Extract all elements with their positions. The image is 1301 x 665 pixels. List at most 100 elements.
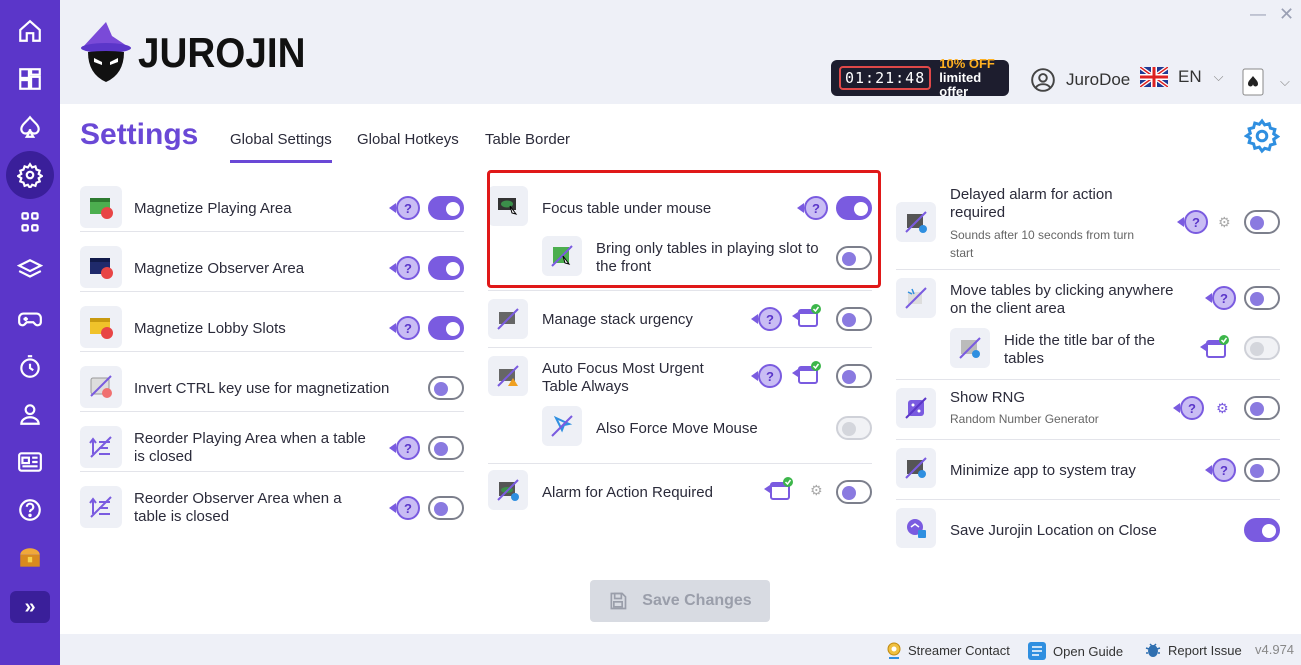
setting-magnetize-playing-area: Magnetize Playing Area ? (80, 174, 464, 232)
setting-label: Manage stack urgency (542, 311, 693, 328)
hide-title-icon (950, 328, 990, 368)
magnetize-lobby-toggle[interactable] (428, 316, 464, 340)
expand-sidebar-button[interactable]: » (10, 591, 50, 623)
minimize-tray-toggle[interactable] (1244, 458, 1280, 482)
settings-panel: Settings Global Settings Global Hotkeys … (60, 104, 1301, 634)
chevron-down-icon: ⌵ (1213, 69, 1224, 84)
save-location-toggle[interactable] (1244, 518, 1280, 542)
auto-focus-toggle[interactable] (836, 364, 872, 388)
setting-invert-ctrl: Invert CTRL key use for magnetization (80, 354, 464, 412)
header: JUROJIN — ✕ 01:21:48 10% OFF limited off… (60, 0, 1301, 104)
invert-ctrl-toggle[interactable] (428, 376, 464, 400)
setting-label: Magnetize Observer Area (134, 260, 305, 277)
magnetize-playing-toggle[interactable] (428, 196, 464, 220)
report-issue-label: Report Issue (1168, 642, 1242, 658)
home-icon[interactable] (6, 9, 54, 53)
spade-icon[interactable] (6, 105, 54, 149)
footer: Streamer Contact Open Guide Report Issue… (60, 634, 1301, 665)
help-icon[interactable]: ? (389, 256, 420, 280)
open-guide-label: Open Guide (1053, 643, 1124, 659)
table-selector[interactable]: ⌵ (1242, 68, 1290, 96)
user-menu[interactable]: JuroDoe (1030, 67, 1130, 93)
setting-manage-stack: Manage stack urgency ? (488, 290, 872, 348)
help-icon[interactable]: ? (751, 364, 782, 388)
open-guide-link[interactable]: Open Guide (1027, 641, 1123, 661)
setting-show-rng: Show RNG Random Number Generator ? ⚙ (896, 380, 1280, 440)
move-tables-toggle[interactable] (1244, 286, 1280, 310)
reorder-observer-toggle[interactable] (428, 496, 464, 520)
streamer-icon (887, 642, 901, 659)
save-changes-button[interactable]: Save Changes (590, 580, 770, 622)
treasure-chest-icon[interactable] (6, 536, 54, 580)
layers-icon[interactable] (6, 248, 54, 292)
manage-stack-toggle[interactable] (836, 307, 872, 331)
settings-icon[interactable] (6, 151, 54, 199)
setting-delayed-alarm: Delayed alarm for action required Sounds… (896, 174, 1280, 270)
setting-magnetize-observer-area: Magnetize Observer Area ? (80, 234, 464, 292)
report-issue-link[interactable]: Report Issue (1144, 641, 1242, 659)
help-icon[interactable]: ? (389, 316, 420, 340)
streamer-contact-label: Streamer Contact (908, 642, 1010, 658)
offer-discount: 10% OFF (939, 56, 995, 71)
reorder-icon (80, 426, 122, 468)
delayed-alarm-toggle[interactable] (1244, 210, 1280, 234)
limited-offer-banner[interactable]: 01:21:48 10% OFF limited offer (831, 56, 1009, 99)
show-rng-toggle[interactable] (1244, 396, 1280, 420)
highlight-box (487, 170, 881, 288)
help-icon[interactable]: ? (1205, 286, 1236, 310)
timer-icon[interactable] (6, 345, 54, 389)
minimize-window-button[interactable]: — (1250, 6, 1266, 24)
save-changes-label: Save Changes (642, 592, 752, 609)
close-window-button[interactable]: ✕ (1279, 4, 1294, 25)
setting-label: Minimize app to system tray (950, 462, 1136, 479)
force-mouse-icon (542, 406, 582, 446)
setting-auto-focus: Auto Focus Most Urgent Table Always ? Al… (488, 348, 872, 464)
help-icon[interactable]: ? (1173, 396, 1204, 420)
save-location-icon (896, 508, 936, 548)
alarm-icon (488, 470, 528, 510)
magnetize-observer-toggle[interactable] (428, 256, 464, 280)
setting-move-tables: Move tables by clicking anywhere on the … (896, 270, 1280, 380)
alarm-settings-gear-icon[interactable]: ⚙ (810, 482, 823, 499)
dashboard-icon[interactable] (6, 57, 54, 101)
window-check-icon (792, 361, 821, 384)
help-icon[interactable]: ? (1205, 458, 1236, 482)
help-icon[interactable]: ? (1177, 210, 1208, 234)
language-selector[interactable]: EN ⌵ (1140, 67, 1223, 87)
tab-global-settings[interactable]: Global Settings (230, 131, 332, 163)
user-icon[interactable] (6, 392, 54, 436)
force-mouse-toggle[interactable] (836, 416, 872, 440)
chevron-down-icon: ⌵ (1280, 74, 1290, 89)
setting-save-location: Save Jurojin Location on Close (896, 500, 1280, 560)
tab-table-border[interactable]: Table Border (485, 131, 570, 148)
help-icon[interactable]: ? (389, 436, 420, 460)
rng-icon (896, 388, 936, 428)
streamer-contact-link[interactable]: Streamer Contact (886, 641, 1010, 659)
reorder-playing-toggle[interactable] (428, 436, 464, 460)
setting-reorder-observer: Reorder Observer Area when a table is cl… (80, 474, 464, 532)
help-icon[interactable]: ? (751, 307, 782, 331)
alarm-toggle[interactable] (836, 480, 872, 504)
news-icon[interactable] (6, 440, 54, 484)
stack-urgency-icon (488, 299, 528, 339)
setting-label: Magnetize Lobby Slots (134, 320, 286, 337)
setting-label: Reorder Playing Area when a table is clo… (134, 430, 366, 465)
delayed-alarm-gear-icon[interactable]: ⚙ (1218, 214, 1231, 231)
setting-description: Sounds after 10 seconds from turn start (950, 228, 1135, 260)
username: JuroDoe (1066, 70, 1131, 89)
tab-global-hotkeys[interactable]: Global Hotkeys (357, 131, 459, 148)
floppy-disk-icon (610, 592, 627, 610)
help-icon[interactable]: ? (389, 496, 420, 520)
settings-gear-icon[interactable] (1243, 118, 1281, 159)
help-circle-icon[interactable] (6, 488, 54, 532)
setting-label: Alarm for Action Required (542, 484, 713, 501)
gamepad-icon[interactable] (6, 297, 54, 341)
magnet-window-icon (80, 186, 122, 228)
offer-timer: 01:21:48 (839, 66, 932, 90)
grid-icon[interactable] (6, 201, 54, 245)
hide-title-toggle[interactable] (1244, 336, 1280, 360)
help-icon[interactable]: ? (389, 196, 420, 220)
cards-icon (1242, 68, 1264, 96)
setting-reorder-playing: Reorder Playing Area when a table is clo… (80, 414, 464, 472)
rng-settings-gear-icon[interactable]: ⚙ (1216, 400, 1229, 417)
